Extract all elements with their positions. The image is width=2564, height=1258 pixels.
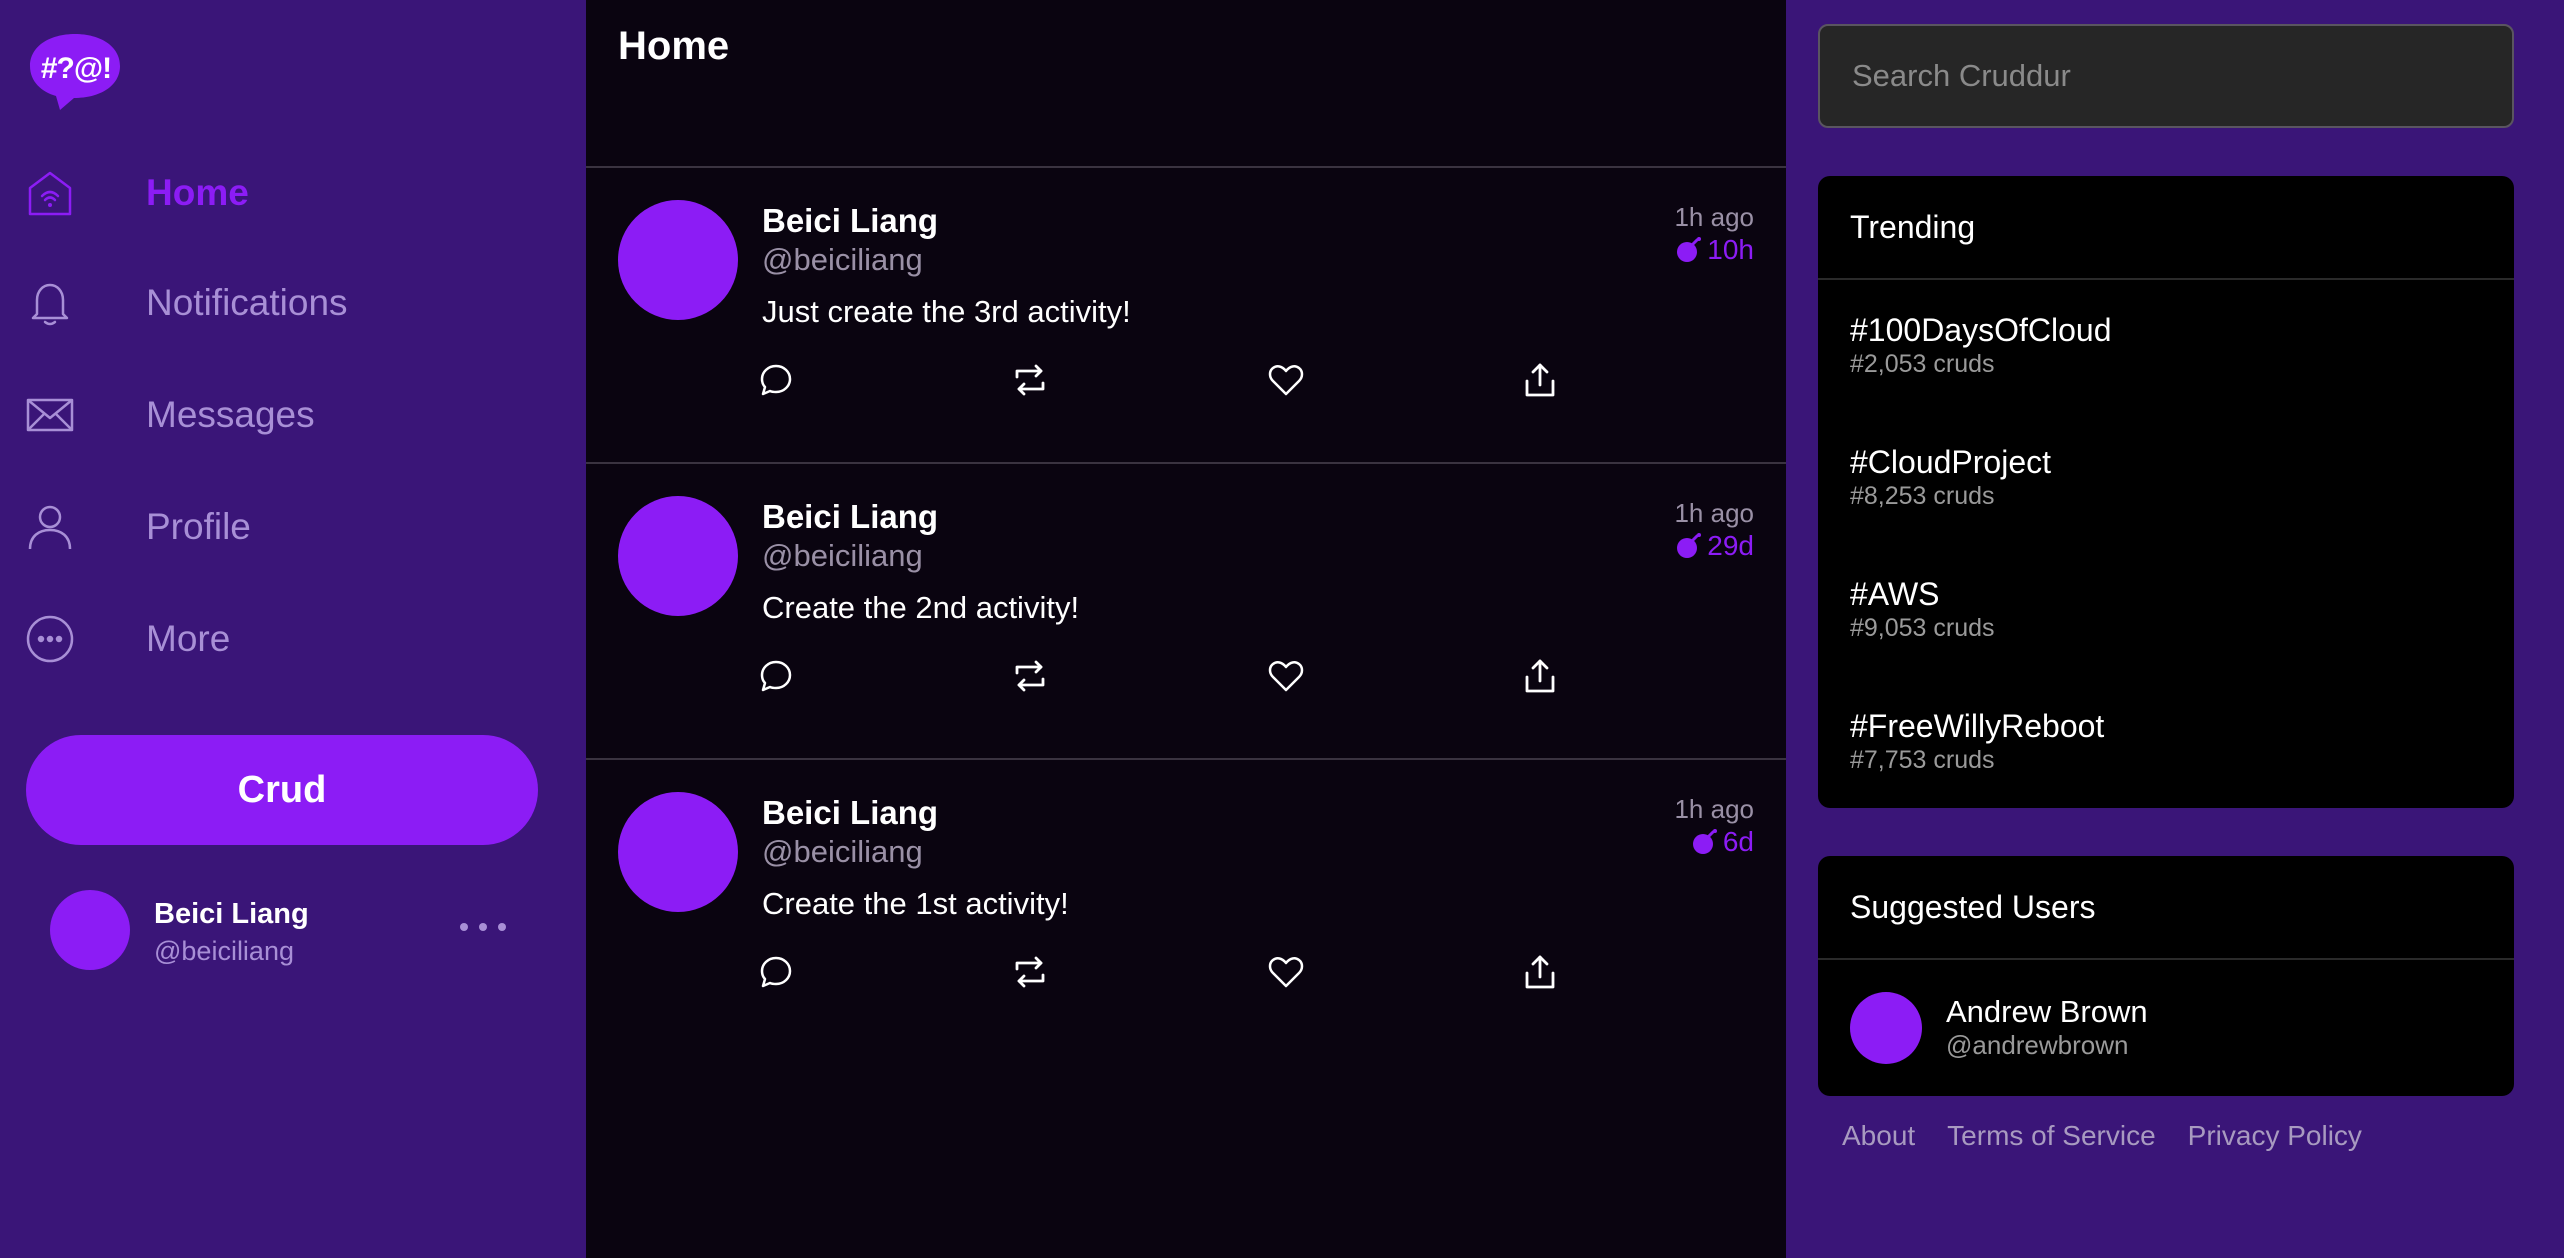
share-icon[interactable] [1518, 654, 1562, 698]
suggested-users-panel: Suggested Users Andrew Brown @andrewbrow… [1818, 856, 2514, 1096]
trending-item[interactable]: #AWS #9,053 cruds [1818, 544, 2514, 676]
sidebar-item-label: Profile [146, 506, 251, 547]
trending-name: #FreeWillyReboot [1850, 708, 2105, 744]
activity-display-name[interactable]: Beici Liang [762, 202, 938, 240]
sidebar: #?@! Home Notifications Messages Profile… [0, 0, 586, 1258]
more-circle-icon [24, 613, 76, 665]
activity-handle[interactable]: @beiciliang [762, 538, 923, 574]
avatar[interactable] [618, 792, 738, 912]
avatar[interactable] [618, 496, 738, 616]
activity-handle[interactable]: @beiciliang [762, 834, 923, 870]
app: #?@! Home Notifications Messages Profile… [0, 0, 2564, 1258]
logo[interactable]: #?@! [26, 30, 124, 114]
avatar [1850, 992, 1922, 1064]
feed-header: Home [586, 0, 1786, 168]
profile-card[interactable]: Beici Liang @beiciliang [50, 890, 520, 972]
heart-icon[interactable] [1264, 358, 1308, 402]
activity-message: Create the 1st activity! [762, 886, 1069, 921]
trending-panel: Trending #100DaysOfCloud #2,053 cruds #C… [1818, 176, 2514, 808]
suggested-user-handle: @andrewbrown [1946, 1030, 2129, 1060]
activity-time-ago: 1h ago [1674, 498, 1754, 528]
trending-count: #8,253 cruds [1850, 482, 1995, 510]
avatar [50, 890, 130, 970]
activity-expires-at: 6d [1691, 826, 1754, 858]
heart-icon[interactable] [1264, 950, 1308, 994]
sidebar-item-messages[interactable]: Messages [24, 380, 544, 450]
page-title: Home [618, 24, 730, 68]
activity-actions [754, 358, 1555, 402]
terms-link[interactable]: Terms of Service [1947, 1120, 2156, 1152]
trending-item[interactable]: #100DaysOfCloud #2,053 cruds [1818, 280, 2514, 412]
share-icon[interactable] [1518, 950, 1562, 994]
trending-count: #7,753 cruds [1850, 746, 1995, 774]
trending-name: #CloudProject [1850, 444, 2051, 480]
activity-message: Just create the 3rd activity! [762, 294, 1131, 329]
suggested-user[interactable]: Andrew Brown @andrewbrown [1818, 960, 2514, 1094]
bomb-icon [1677, 533, 1702, 558]
activity-expires-value: 10h [1707, 234, 1754, 265]
sidebar-item-more[interactable]: More [24, 604, 544, 674]
sidebar-item-label: More [146, 618, 231, 659]
user-icon [24, 501, 76, 553]
reply-icon[interactable] [754, 950, 798, 994]
privacy-link[interactable]: Privacy Policy [2188, 1120, 2362, 1152]
trending-title: Trending [1818, 176, 2514, 280]
suggested-users-title: Suggested Users [1818, 856, 2514, 960]
footer-links: About Terms of Service Privacy Policy [1842, 1120, 2362, 1152]
trending-item[interactable]: #CloudProject #8,253 cruds [1818, 412, 2514, 544]
sidebar-item-label: Messages [146, 394, 315, 435]
suggested-user-name: Andrew Brown [1946, 994, 2148, 1029]
profile-more-icon[interactable] [460, 912, 506, 942]
activity-expires-value: 6d [1722, 826, 1754, 857]
home-icon [24, 167, 76, 219]
activity-display-name[interactable]: Beici Liang [762, 498, 938, 536]
crud-button[interactable]: Crud [26, 735, 538, 845]
trending-count: #2,053 cruds [1850, 350, 1995, 378]
activity-time-ago: 1h ago [1674, 794, 1754, 824]
share-icon[interactable] [1518, 358, 1562, 402]
activity-message: Create the 2nd activity! [762, 590, 1080, 625]
trending-name: #100DaysOfCloud [1850, 312, 2112, 348]
activity-item[interactable]: Beici Liang @beiciliang Create the 1st a… [586, 760, 1786, 1056]
profile-handle: @beiciliang [154, 936, 294, 966]
logo-text: #?@! [40, 52, 112, 85]
activity-actions [754, 654, 1555, 698]
activity-expires-at: 29d [1675, 530, 1754, 562]
sidebar-item-label: Notifications [146, 282, 348, 323]
heart-icon[interactable] [1264, 654, 1308, 698]
right-column: Trending #100DaysOfCloud #2,053 cruds #C… [1786, 0, 2564, 1258]
trending-name: #AWS [1850, 576, 1940, 612]
profile-name: Beici Liang [154, 898, 309, 930]
bomb-icon [1677, 237, 1702, 262]
feed: Home Beici Liang @beiciliang Just create… [586, 0, 1786, 1258]
bell-icon [24, 277, 76, 329]
repost-icon[interactable] [1008, 950, 1052, 994]
activity-display-name[interactable]: Beici Liang [762, 794, 938, 832]
sidebar-item-profile[interactable]: Profile [24, 492, 544, 562]
about-link[interactable]: About [1842, 1120, 1915, 1152]
activity-time-ago: 1h ago [1674, 202, 1754, 232]
sidebar-item-label: Home [146, 172, 249, 213]
activity-expires-value: 29d [1707, 530, 1754, 561]
sidebar-item-notifications[interactable]: Notifications [24, 268, 544, 338]
activity-item[interactable]: Beici Liang @beiciliang Create the 2nd a… [586, 464, 1786, 760]
trending-item[interactable]: #FreeWillyReboot #7,753 cruds [1818, 676, 2514, 808]
repost-icon[interactable] [1008, 358, 1052, 402]
avatar[interactable] [618, 200, 738, 320]
trending-count: #9,053 cruds [1850, 614, 1995, 642]
activity-expires-at: 10h [1675, 234, 1754, 266]
activity-handle[interactable]: @beiciliang [762, 242, 923, 278]
mail-icon [24, 389, 76, 441]
activity-item[interactable]: Beici Liang @beiciliang Just create the … [586, 168, 1786, 464]
reply-icon[interactable] [754, 654, 798, 698]
sidebar-item-home[interactable]: Home [24, 158, 544, 228]
repost-icon[interactable] [1008, 654, 1052, 698]
search-input[interactable] [1818, 24, 2514, 128]
bomb-icon [1692, 829, 1717, 854]
reply-icon[interactable] [754, 358, 798, 402]
activity-actions [754, 950, 1555, 994]
